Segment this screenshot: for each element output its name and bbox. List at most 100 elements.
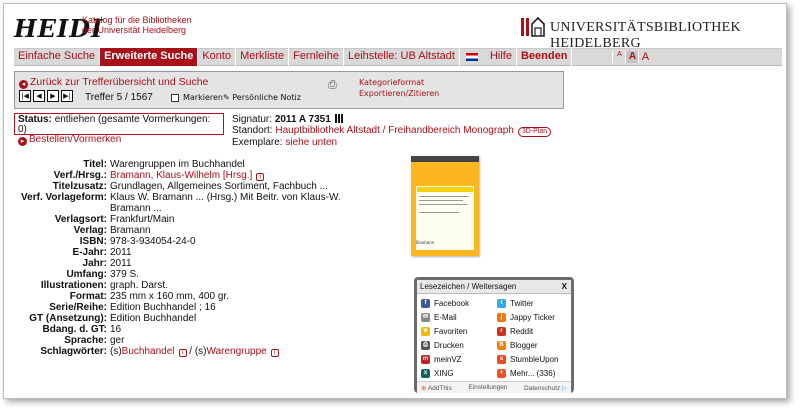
result-toolbar: ◂ Zurück zur Trefferübersicht und Suche |… <box>14 71 564 109</box>
detail-label: Verf. Vorlageform: <box>21 192 107 203</box>
exemplare-label: Exemplare: <box>232 137 283 148</box>
detail-label: Schlagwörter: <box>40 346 107 357</box>
checkbox-icon[interactable] <box>171 93 179 102</box>
format-links: Kategorieformat Exportieren/Zitieren <box>359 77 439 99</box>
detail-row: Format: 235 mm x 160 mm, 400 gr. <box>14 291 345 302</box>
detail-label: Verlagsort: <box>54 214 107 225</box>
signatur-line: Signatur: 2011 A 7351 <box>232 114 551 125</box>
close-icon[interactable]: X <box>562 282 567 291</box>
info-icon[interactable]: i <box>178 349 187 357</box>
cover-text-line <box>419 200 463 201</box>
detail-value: Bramann, Klaus-Wilhelm [Hrsg.] i <box>110 170 345 181</box>
first-record-icon[interactable]: |◀ <box>19 90 31 102</box>
detail-label: Illustrationen: <box>40 280 107 291</box>
nav-erweiterte-suche[interactable]: Erweiterte Suche <box>100 48 199 66</box>
nav-einfache-suche[interactable]: Einfache Suche <box>14 48 101 66</box>
back-to-results-link[interactable]: ◂ Zurück zur Trefferübersicht und Suche <box>19 76 208 89</box>
share-favoriten[interactable]: ★ Favoriten <box>421 326 497 337</box>
font-size-controls: A A A <box>612 51 651 63</box>
share-facebook[interactable]: f Facebook <box>421 298 497 309</box>
logo-subtitle-line2: der Universität Heidelberg <box>82 25 187 35</box>
standort-label: Standort: <box>232 125 273 136</box>
subject-link-warengruppe[interactable]: Warengruppe <box>207 346 267 357</box>
detail-label: Verlag: <box>73 225 107 236</box>
cover-text-line <box>419 204 467 205</box>
font-size-small[interactable]: A <box>612 51 625 63</box>
last-record-icon[interactable]: ▶| <box>61 90 73 102</box>
detail-row: Illustrationen: graph. Darst. <box>14 280 345 291</box>
logo-subtitle-line1: Katalog für die Bibliotheken <box>82 15 192 25</box>
detail-label: ISBN: <box>79 236 107 247</box>
addthis-link[interactable]: ⊕ AddThis <box>421 384 452 392</box>
detail-label: Serie/Reihe: <box>49 302 107 313</box>
share-xing[interactable]: x XING <box>421 368 497 379</box>
stumbleupon-icon: s <box>497 355 506 364</box>
cover-title-bar <box>417 187 473 192</box>
reddit-icon: r <box>497 327 506 336</box>
nav-beenden[interactable]: Beenden <box>517 48 573 66</box>
info-icon[interactable]: i <box>270 349 279 357</box>
book-cover[interactable]: Bramann <box>411 156 479 256</box>
share-label: Drucken <box>434 341 464 350</box>
detail-label: Titel: <box>83 159 107 170</box>
share-stumbleupon[interactable]: s StumbleUpon <box>497 354 569 365</box>
author-link[interactable]: Bramann, Klaus-Wilhelm [Hrsg.] <box>110 170 252 181</box>
xing-icon: x <box>421 369 430 378</box>
printer-icon[interactable]: ⎙ <box>328 78 337 92</box>
note-label: Persönliche Notiz <box>232 93 301 102</box>
detail-value: Frankfurt/Main <box>110 214 175 225</box>
detail-value: 379 S. <box>110 269 139 280</box>
personal-note-link[interactable]: ✎ Persönliche Notiz <box>223 93 301 102</box>
share-label: XING <box>434 369 454 378</box>
exemplare-link[interactable]: siehe unten <box>285 137 337 148</box>
uk-flag-icon[interactable] <box>465 53 478 61</box>
kategorieformat-link[interactable]: Kategorieformat <box>359 77 439 88</box>
detail-value: 16 <box>110 324 122 335</box>
qr-code-icon[interactable] <box>334 114 344 123</box>
detail-value: Bramann <box>110 225 151 236</box>
share-blogger[interactable]: B Blogger <box>497 340 569 351</box>
info-icon[interactable]: i <box>256 173 265 181</box>
back-arrow-icon: ◂ <box>19 80 28 89</box>
order-link[interactable]: ▸ Bestellen/Vormerken <box>18 135 220 146</box>
standort-link[interactable]: Hauptbibliothek Altstadt / Freihandberei… <box>275 125 513 136</box>
detail-row: Sprache: ger <box>14 335 345 346</box>
standort-line: Standort: Hauptbibliothek Altstadt / Fre… <box>232 125 552 137</box>
subject-link-buchhandel[interactable]: Buchhandel <box>122 346 175 357</box>
share-meinvz[interactable]: m meinVZ <box>421 354 497 365</box>
detail-label: GT (Ansetzung): <box>29 313 107 324</box>
status-box: Status: entliehen (gesamte Vormerkungen:… <box>14 113 224 146</box>
share-reddit[interactable]: r Reddit <box>497 326 569 337</box>
prev-record-icon[interactable]: ◀ <box>33 90 45 102</box>
share-mehr[interactable]: + Mehr... (336) <box>497 368 569 379</box>
font-size-medium[interactable]: A <box>625 51 639 63</box>
share-label: Jappy Ticker <box>510 313 555 322</box>
datenschutz-link[interactable]: Datenschutz ▷ <box>524 384 567 392</box>
detail-value: Klaus W. Bramann ... (Hrsg.) Mit Beitr. … <box>110 192 341 214</box>
subject-separator: / (s) <box>186 346 207 357</box>
detail-value: Grundlagen, Allgemeines Sortiment, Fachb… <box>110 181 328 192</box>
share-jappy[interactable]: j Jappy Ticker <box>497 312 569 323</box>
einstellungen-link[interactable]: Einstellungen <box>468 384 507 391</box>
share-email[interactable]: ✉ E-Mail <box>421 312 497 323</box>
nav-merkliste[interactable]: Merkliste <box>236 48 290 66</box>
share-label: Reddit <box>510 327 534 336</box>
detail-label: Umfang: <box>66 269 107 280</box>
next-record-icon[interactable]: ▶ <box>47 90 59 102</box>
detail-label: Verf./Hrsg.: <box>53 170 107 181</box>
nav-hilfe[interactable]: Hilfe <box>486 48 517 66</box>
detail-value: (s)Buchhandel i / (s)Warengruppe i <box>110 346 345 357</box>
cover-text-line <box>419 196 469 197</box>
detail-row: E-Jahr: 2011 <box>14 247 345 258</box>
export-link[interactable]: Exportieren/Zitieren <box>359 88 439 99</box>
jappy-icon: j <box>497 313 506 322</box>
nav-fernleihe[interactable]: Fernleihe <box>289 48 344 66</box>
font-size-large[interactable]: A <box>638 51 651 63</box>
3d-plan-button[interactable]: 3D-Plan <box>517 127 552 137</box>
nav-leihstelle[interactable]: Leihstelle: UB Altstadt <box>344 48 460 66</box>
nav-konto[interactable]: Konto <box>198 48 237 66</box>
signatur-label: Signatur: <box>232 114 273 125</box>
markieren-checkbox[interactable]: Markieren <box>171 93 223 102</box>
share-twitter[interactable]: t Twitter <box>497 298 569 309</box>
share-drucken[interactable]: ⎙ Drucken <box>421 340 497 351</box>
